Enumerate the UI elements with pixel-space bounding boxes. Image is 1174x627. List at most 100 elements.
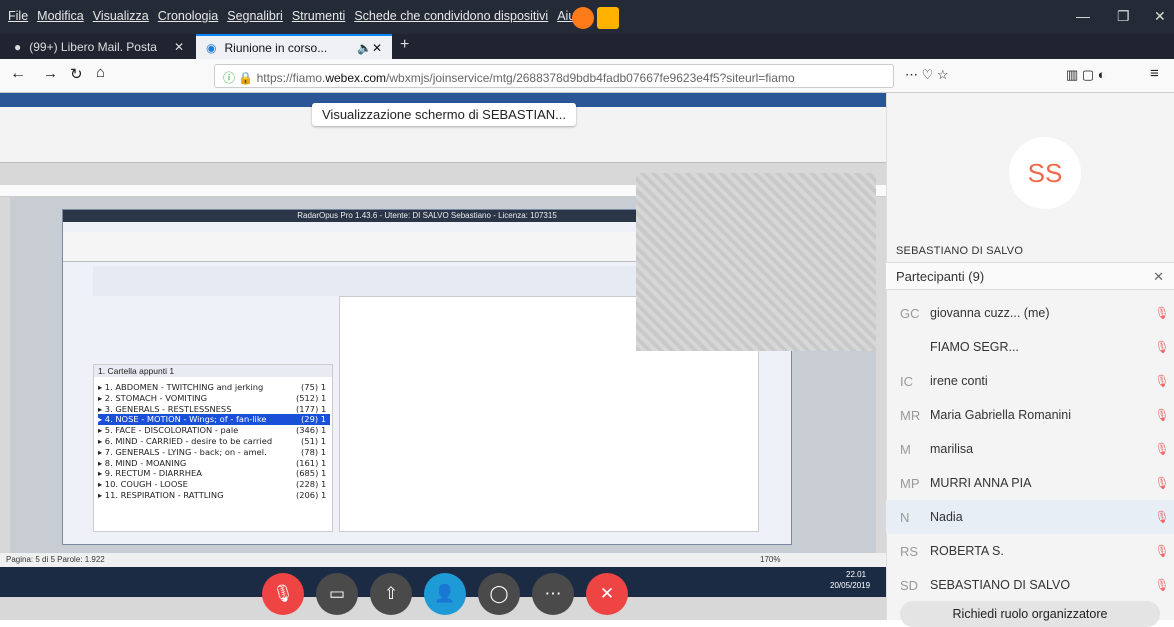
participant-row[interactable]: MP MURRI ANNA PIA 🎙 [886,466,1174,500]
menu-file[interactable]: File [8,9,28,23]
hamburger-icon[interactable]: ≡ [1150,65,1159,82]
participants-button[interactable]: 👤 [424,573,466,615]
rubric-label: ▸ 3. GENERALS - RESTLESSNESS [98,403,232,414]
sharing-label: Visualizzazione schermo di SEBASTIAN... [312,103,576,126]
chat-button[interactable]: ◯ [478,573,520,615]
close-icon[interactable]: ✕ [174,40,184,54]
participant-row[interactable]: GC giovanna cuzz... (me) 🎙 [886,296,1174,330]
participant-initials: GC [900,305,920,321]
tab-label: (99+) Libero Mail. Posta [29,39,157,54]
menu-cronologia[interactable]: Cronologia [158,9,218,23]
rubric-row[interactable]: ▸ 4. NOSE - MOTION - Wings; of - fan-lik… [98,414,330,426]
mic-muted-icon: 🎙 [1154,544,1170,558]
mic-muted-icon: 🎙 [1154,374,1170,388]
rubric-label: ▸ 7. GENERALS - LYING - back; on - amel. [98,446,267,457]
participant-row[interactable]: IC irene conti 🎙 [886,364,1174,398]
lock-icon: ⓘ 🔒 [223,71,257,85]
screen-mask [636,173,876,351]
participant-name: MURRI ANNA PIA [930,476,1032,490]
rubric-label: ▸ 6. MIND - CARRIED - desire to be carri… [98,435,273,446]
participants-title: Partecipanti (9) [896,269,985,284]
tab-label: Riunione in corso... [224,40,328,55]
more-button[interactable]: ⋯ [532,573,574,615]
rubric-count: (346) 1 [296,425,327,436]
video-button[interactable]: ▭ [316,573,358,615]
library-icon[interactable]: ▥ ▢ ◐ [1066,67,1106,83]
rubric-row[interactable]: ▸ 5. FACE - DISCOLORATION - pale (346) 1 [98,425,330,436]
rubric-list: ▸ 1. ABDOMEN - TWITCHING and jerking (75)… [98,382,330,501]
browser-titlebar: File Modifica Visualizza Cronologia Segn… [0,0,1174,34]
rubric-count: (206) 1 [296,489,327,500]
participant-name: Nadia [930,510,963,524]
close-icon[interactable]: ✕ [1154,8,1166,25]
rubric-row[interactable]: ▸ 6. MIND - CARRIED - desire to be carri… [98,436,330,447]
participants-header: Partecipanti (9) ✕ [886,262,1174,290]
rubric-count: (228) 1 [296,479,327,490]
menu-modifica[interactable]: Modifica [37,9,84,23]
request-host-button[interactable]: Richiedi ruolo organizzatore [900,601,1160,627]
close-icon[interactable]: ✕ [1153,269,1164,285]
rubric-label: ▸ 4. NOSE - MOTION - Wings; of - fan-lik… [98,414,267,425]
mic-muted-icon: 🎙 [1154,476,1170,490]
participant-row[interactable]: SD SEBASTIANO DI SALVO 🎙 [886,568,1174,602]
rubric-count: (29) 1 [301,414,326,425]
page-actions-icon[interactable]: ⋯ ♡ ☆ [905,67,949,83]
reload-icon[interactable]: ↻ [70,65,83,83]
participant-row[interactable]: FIAMO SEGR... 🎙 [886,330,1174,364]
firefox-icon [572,7,594,29]
menu-strumenti[interactable]: Strumenti [292,9,346,23]
rubric-row[interactable]: ▸ 7. GENERALS - LYING - back; on - amel.… [98,447,330,458]
rubric-count: (685) 1 [296,468,327,479]
restore-icon[interactable]: ❐ [1117,8,1130,25]
webex-icon: ◉ [206,40,217,55]
participant-name: irene conti [930,374,988,388]
url-domain: webex.com [325,71,387,85]
participant-name: giovanna cuzz... (me) [930,306,1050,320]
presenter-name: SEBASTIANO DI SALVO [896,245,1024,257]
rubric-row[interactable]: ▸ 9. RECTUM - DIARRHEA (685) 1 [98,468,330,479]
meeting-controls: 🎙 ▭ ⇧ 👤 ◯ ⋯ ✕ [262,573,628,615]
rubric-count: (161) 1 [296,457,327,468]
speaker-icon[interactable]: 🔈✕ [357,41,382,55]
menu-visualizza[interactable]: Visualizza [93,9,149,23]
menu-segnalibri[interactable]: Segnalibri [227,9,283,23]
rubric-row[interactable]: ▸ 1. ABDOMEN - TWITCHING and jerking (75)… [98,382,330,393]
share-button[interactable]: ⇧ [370,573,412,615]
participant-row[interactable]: Mmarilisa 🎙 [886,432,1174,466]
mic-muted-icon: 🎙 [1154,408,1170,422]
rubric-label: ▸ 5. FACE - DISCOLORATION - pale [98,425,239,436]
mic-sharing-icon[interactable] [597,7,619,29]
rubric-row[interactable]: ▸ 11. RESPIRATION - RATTLING (206) 1 [98,490,330,501]
rubric-label: ▸ 1. ABDOMEN - TWITCHING and jerking [98,382,264,392]
rubric-count: (78) 1 [301,446,326,457]
participant-row[interactable]: RS ROBERTA S. 🎙 [886,534,1174,568]
forward-icon[interactable]: → [43,65,58,82]
menu-schede[interactable]: Schede che condividono dispositivi [354,9,548,23]
clipboard-title: 1. Cartella appunti 1 [94,365,332,377]
mute-button[interactable]: 🎙 [262,573,304,615]
mic-muted-icon: 🎙 [1154,340,1170,354]
participant-name: SEBASTIANO DI SALVO [930,578,1071,592]
tab-libero[interactable]: ● (99+) Libero Mail. Posta ✕ [4,34,194,59]
mic-muted-icon: 🎙 [1154,510,1170,524]
rubric-count: (177) 1 [296,403,327,414]
rubric-row[interactable]: ▸ 2. STOMACH - VOMITING (512) 1 [98,393,330,404]
rubric-label: ▸ 2. STOMACH - VOMITING [98,392,208,403]
minimize-icon[interactable]: — [1076,8,1090,24]
participant-name: marilisa [930,442,974,456]
rubric-row[interactable]: ▸ 10. COUGH - LOOSE (228) 1 [98,479,330,490]
url-bar[interactable]: ⓘ 🔒 https://fiamo.webex.com/wbxmjs/joins… [214,64,894,88]
rubric-row[interactable]: ▸ 3. GENERALS - RESTLESSNESS (177) 1 [98,404,330,415]
participant-row[interactable]: MR Maria Gabriella Romanini 🎙 [886,398,1174,432]
home-icon[interactable]: ⌂ [96,64,105,81]
rubric-label: ▸ 11. RESPIRATION - RATTLING [98,489,224,500]
participant-row[interactable]: N Nadia 🎙 [886,500,1174,534]
back-icon[interactable]: ← [10,65,26,83]
tab-webex[interactable]: ◉ Riunione in corso... 🔈✕ [196,34,392,59]
leave-button[interactable]: ✕ [586,573,628,615]
word-status-text: Pagina: 5 di 5 Parole: 1.922 [6,555,105,564]
participant-initials: MR [900,407,921,423]
rubric-row[interactable]: ▸ 8. MIND - MOANING (161) 1 [98,458,330,469]
new-tab-button[interactable]: + [400,36,409,54]
menu-bar: File Modifica Visualizza Cronologia Segn… [8,9,586,23]
